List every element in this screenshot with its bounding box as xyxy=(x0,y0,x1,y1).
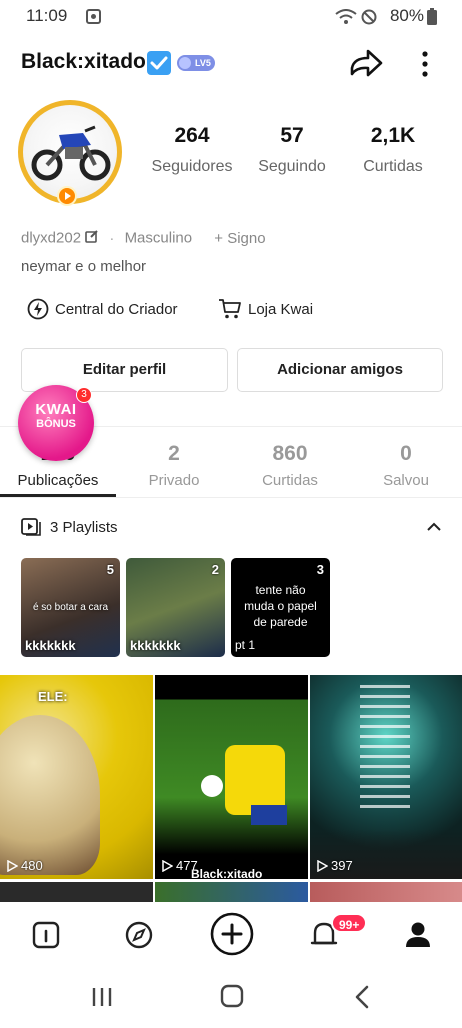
add-sign-link[interactable]: + Signo xyxy=(214,230,265,247)
stat-label: Seguidores xyxy=(151,158,233,175)
discover-icon[interactable] xyxy=(119,914,159,954)
stat-value: 57 xyxy=(280,124,304,147)
video-thumbnail-partial[interactable] xyxy=(155,882,308,902)
video-views: 480 xyxy=(6,857,43,873)
video-thumbnail[interactable]: ELE: 480 xyxy=(0,675,153,879)
tab-count: 860 xyxy=(272,442,308,465)
tab-label: Curtidas xyxy=(262,472,318,489)
tabs-divider xyxy=(0,497,462,498)
stat-label: Seguindo xyxy=(258,158,326,175)
tab-count: 0 xyxy=(400,442,412,465)
tab-private[interactable]: 2 Privado xyxy=(116,442,232,489)
notifications-badge: 99+ xyxy=(331,913,368,933)
lightning-icon xyxy=(27,298,49,320)
tab-liked[interactable]: 860 Curtidas xyxy=(232,442,348,489)
level-badge: LV5 xyxy=(177,55,215,71)
playlist-card[interactable]: 3 tente não muda o papel de parede pt 1 xyxy=(231,558,330,657)
views-count: 477 xyxy=(176,858,198,873)
tab-count: 2 xyxy=(168,442,180,465)
cart-icon xyxy=(218,299,242,319)
stat-followers[interactable]: 264 Seguidores xyxy=(142,124,242,176)
video-views: 397 xyxy=(316,857,353,873)
tab-label: Privado xyxy=(148,472,200,489)
video-overlay-text: ELE: xyxy=(38,689,68,704)
video-overlay-text: Black:xitado xyxy=(191,867,263,879)
more-icon[interactable] xyxy=(412,46,438,82)
live-badge-icon xyxy=(57,186,77,206)
home-system-icon[interactable] xyxy=(212,980,252,1014)
bonus-line1: KWAI xyxy=(35,401,77,418)
views-count: 480 xyxy=(21,858,43,873)
video-thumbnail-partial[interactable] xyxy=(310,882,462,902)
playlist-caption: tente não muda o papel de parede xyxy=(244,583,317,629)
create-icon[interactable] xyxy=(210,912,254,956)
profile-meta: dlyxd202 · Masculino + Signo xyxy=(21,229,266,247)
profile-icon[interactable] xyxy=(398,914,438,954)
playlist-count: 3 xyxy=(316,562,324,577)
playlist-caption-2: pt 1 xyxy=(235,638,256,652)
back-icon[interactable] xyxy=(343,980,383,1014)
edit-handle-icon[interactable] xyxy=(85,230,99,247)
do-not-disturb-icon xyxy=(361,9,377,30)
stat-label: Curtidas xyxy=(363,158,423,175)
video-thumbnail[interactable]: Black:xitado 477 xyxy=(155,675,308,879)
playlist-caption: é so botar a cara xyxy=(32,602,109,613)
bonus-line2: BÔNUS xyxy=(36,418,76,430)
wifi-icon xyxy=(335,9,357,30)
battery-percent: 80% xyxy=(389,6,424,25)
username: Black:xitado xyxy=(21,50,146,73)
share-icon[interactable] xyxy=(348,48,384,80)
creator-center-link[interactable]: Central do Criador xyxy=(21,298,178,320)
battery-icon xyxy=(426,8,438,31)
views-count: 397 xyxy=(331,858,353,873)
gender: Masculino xyxy=(124,229,193,247)
bio-text: neymar e o melhor xyxy=(21,258,147,275)
bottom-nav xyxy=(0,902,462,966)
system-nav xyxy=(0,966,462,1028)
kwai-bonus-button[interactable]: KWAI BÔNUS 3 xyxy=(18,385,94,461)
bonus-count-badge: 3 xyxy=(76,387,92,403)
tab-label: Publicações xyxy=(17,472,99,489)
playlist-caption-2: kkkkkkk xyxy=(25,638,76,653)
handle: dlyxd202 xyxy=(21,229,82,247)
stat-value: 264 xyxy=(174,124,210,147)
profile-header: Black:xitado LV5 xyxy=(0,40,462,86)
recent-apps-icon[interactable] xyxy=(82,980,122,1014)
level-text: LV5 xyxy=(195,58,211,68)
status-time: 11:09 xyxy=(26,6,68,25)
verified-icon xyxy=(147,51,171,75)
creator-center-label: Central do Criador xyxy=(55,300,178,318)
video-thumbnail-partial[interactable] xyxy=(0,882,153,902)
video-views: 477 xyxy=(161,857,198,873)
stat-likes[interactable]: 2,1K Curtidas xyxy=(343,124,443,176)
playlist-count: 5 xyxy=(106,562,114,577)
playlist-icon xyxy=(21,518,41,540)
home-icon[interactable] xyxy=(26,914,66,954)
playlist-card[interactable]: 5 é so botar a cara kkkkkkk xyxy=(21,558,120,657)
add-friends-button[interactable]: Adicionar amigos xyxy=(237,348,443,392)
status-bar: 11:09 80% xyxy=(0,0,462,32)
playlists-header[interactable]: 3 Playlists xyxy=(21,515,441,541)
media-icon xyxy=(86,9,101,29)
tab-label: Salvou xyxy=(383,472,429,489)
chevron-up-icon[interactable] xyxy=(427,519,441,536)
playlist-count: 2 xyxy=(211,562,219,577)
kwai-shop-link[interactable]: Loja Kwai xyxy=(212,298,313,320)
video-thumbnail[interactable]: 397 xyxy=(310,675,462,879)
gem-icon xyxy=(179,57,191,69)
tab-saved[interactable]: 0 Salvou xyxy=(348,442,462,489)
stat-value: 2,1K xyxy=(370,124,416,147)
playlists-count: 3 Playlists xyxy=(50,519,118,536)
playlist-card[interactable]: 2 kkkkkkk xyxy=(126,558,225,657)
stat-following[interactable]: 57 Seguindo xyxy=(242,124,342,176)
kwai-shop-label: Loja Kwai xyxy=(248,300,314,318)
playlist-caption: kkkkkkk xyxy=(130,638,181,653)
